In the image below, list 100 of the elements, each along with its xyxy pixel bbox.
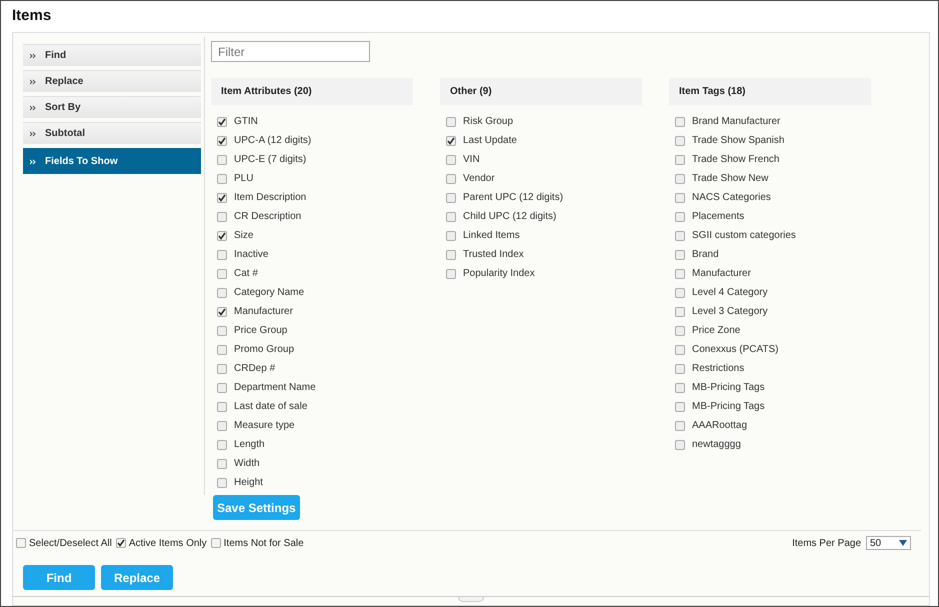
field-label: Price Group [234,325,288,336]
checkbox[interactable] [217,174,227,184]
chevron-icon [30,78,36,84]
checkbox[interactable] [446,230,456,240]
checkbox[interactable] [675,382,685,392]
checkbox[interactable] [217,192,227,202]
checkbox[interactable] [217,116,227,126]
items-per-page-select[interactable]: 50 [866,536,911,550]
checkbox[interactable] [217,136,227,146]
field-label: NACS Categories [692,192,771,203]
checkbox[interactable] [446,154,456,164]
checkbox[interactable] [675,116,685,126]
field-label: Department Name [234,382,316,393]
sidebar-item[interactable]: Subtotal [23,122,201,144]
checkbox[interactable] [446,268,456,278]
field-label: Risk Group [463,116,514,127]
field-label: Width [234,458,260,469]
field-label: VIN [463,154,480,165]
field-label: Trade Show French [692,154,780,165]
checkbox[interactable] [210,538,221,548]
field-label: MB-Pricing Tags [692,401,765,412]
checkbox[interactable] [675,306,685,316]
field-label: Child UPC (12 digits) [463,211,556,222]
checkbox[interactable] [675,402,685,412]
field-label: Trade Show Spanish [692,135,784,146]
field-label: Trade Show New [692,173,768,184]
field-label: Promo Group [234,344,294,355]
field-label: Level 4 Category [692,287,768,298]
checkbox[interactable] [675,250,685,260]
checkbox[interactable] [217,268,227,278]
checkbox[interactable] [217,212,227,222]
items-per-page-label: Items Per Page [792,538,861,548]
field-label: Popularity Index [463,268,535,279]
field-label: AAARoottag [692,420,748,431]
chevron-icon [30,130,36,136]
field-label: Brand [692,249,719,260]
checkbox[interactable] [675,192,685,202]
checkbox[interactable] [446,212,456,222]
checkbox[interactable] [217,306,227,316]
checkbox[interactable] [446,116,456,126]
filter-field[interactable]: Filter [211,41,370,62]
field-label: Inactive [234,249,268,260]
column-header: Item Attributes (20) [211,78,413,105]
field-label: Vendor [463,173,495,184]
checkbox[interactable] [217,364,227,374]
field-label: newtagggg [692,439,741,450]
checkbox[interactable] [675,174,685,184]
sidebar-item[interactable]: Find [23,44,201,66]
field-label: Last date of sale [234,401,308,412]
column-header: Other (9) [440,78,642,105]
checkbox[interactable] [217,230,227,240]
checkbox[interactable] [217,478,227,488]
field-label: Level 3 Category [692,306,768,317]
checkbox[interactable] [675,288,685,298]
field-label: UPC-A (12 digits) [234,135,312,146]
field-label: Trusted Index [463,249,524,260]
checkbox[interactable] [675,326,685,336]
field-label: MB-Pricing Tags [692,382,765,393]
checkbox[interactable] [116,538,126,548]
checkbox[interactable] [217,154,227,164]
chevron-icon [30,158,36,164]
field-label: CRDep # [234,363,276,374]
checkbox[interactable] [675,344,685,354]
sidebar-item[interactable]: Sort By [23,96,201,118]
checkbox[interactable] [217,440,227,450]
option-label: Active Items Only [128,538,207,548]
checkbox[interactable] [217,458,227,468]
checkbox[interactable] [675,230,685,240]
field-label: SGII custom categories [692,230,796,241]
field-label: Placements [692,211,744,222]
checkbox[interactable] [217,326,227,336]
checkbox[interactable] [675,420,685,430]
checkbox[interactable] [217,288,227,298]
checkbox[interactable] [446,250,456,260]
checkbox[interactable] [446,174,456,184]
field-label: Last Update [463,135,517,146]
field-label: Category Name [234,287,304,298]
checkbox[interactable] [675,440,685,450]
field-label: Manufacturer [234,306,293,317]
checkbox[interactable] [446,192,456,202]
checkbox[interactable] [675,212,685,222]
checkbox[interactable] [16,538,26,548]
field-label: CR Description [234,211,302,222]
sidebar-item[interactable]: Fields To Show [23,148,201,174]
checkbox[interactable] [675,154,685,164]
option-label: Select/Deselect All [29,538,112,548]
checkbox[interactable] [217,344,227,354]
field-label: Conexxus (PCATS) [692,344,779,355]
checkbox[interactable] [675,136,685,146]
checkbox[interactable] [446,136,456,146]
field-label: UPC-E (7 digits) [234,154,306,165]
checkbox[interactable] [217,382,227,392]
checkbox[interactable] [217,250,227,260]
checkbox[interactable] [675,364,685,374]
option-label: Items Not for Sale [224,538,304,548]
resize-handle[interactable] [458,597,484,602]
checkbox[interactable] [217,420,227,430]
checkbox[interactable] [217,402,227,412]
sidebar-item[interactable]: Replace [23,70,201,92]
checkbox[interactable] [675,268,685,278]
